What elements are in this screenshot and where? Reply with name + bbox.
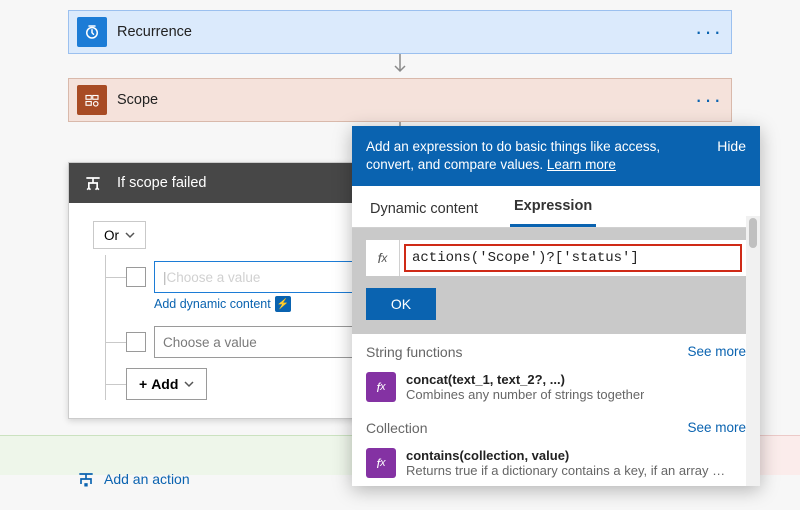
add-dynamic-content-link[interactable]: Add dynamic content ⚡ (154, 296, 291, 312)
see-more-link[interactable]: See more (687, 420, 746, 436)
learn-more-link[interactable]: Learn more (547, 157, 616, 172)
scope-icon (77, 85, 107, 115)
fx-icon: fx (366, 372, 396, 402)
function-item[interactable]: fx concat(text_1, text_2?, ...) Combines… (352, 364, 760, 410)
scope-card[interactable]: Scope ··· (68, 78, 732, 122)
condition-operator-label: Or (104, 228, 119, 243)
function-desc: Combines any number of strings together (406, 387, 644, 402)
scrollbar[interactable] (746, 216, 760, 486)
popup-hint: Add an expression to do basic things lik… (366, 138, 707, 174)
add-action-button[interactable]: Add an action (76, 470, 190, 488)
expression-input[interactable]: actions('Scope')?['status'] (404, 244, 742, 272)
tab-dynamic-content[interactable]: Dynamic content (366, 201, 482, 227)
true-branch (0, 435, 400, 475)
connector-arrow (0, 54, 800, 78)
function-name: contains(collection, value) (406, 448, 726, 463)
row-checkbox[interactable] (126, 332, 146, 352)
popup-tabs: Dynamic content Expression (352, 186, 760, 228)
value-placeholder: Choose a value (163, 335, 257, 350)
scope-menu-icon[interactable]: ··· (695, 87, 723, 113)
function-list: String functions See more fx concat(text… (352, 334, 760, 486)
expression-input-row: fx actions('Scope')?['status'] (366, 240, 746, 276)
recurrence-menu-icon[interactable]: ··· (695, 19, 723, 45)
lightning-icon: ⚡ (275, 296, 291, 312)
row-checkbox[interactable] (126, 267, 146, 287)
fx-icon: fx (366, 240, 400, 276)
expression-popup: Add an expression to do basic things lik… (352, 126, 760, 486)
scope-title: Scope (117, 92, 158, 108)
recurrence-card[interactable]: Recurrence ··· (68, 10, 732, 54)
hide-button[interactable]: Hide (717, 138, 746, 174)
add-condition-button[interactable]: +Add (126, 368, 207, 400)
clock-icon (77, 17, 107, 47)
scrollbar-thumb[interactable] (749, 218, 757, 248)
function-item[interactable]: fx contains(collection, value) Returns t… (352, 440, 760, 486)
condition-operator-dropdown[interactable]: Or (93, 221, 146, 249)
ok-button[interactable]: OK (366, 288, 436, 320)
function-name: concat(text_1, text_2?, ...) (406, 372, 644, 387)
tab-expression[interactable]: Expression (510, 198, 596, 227)
function-desc: Returns true if a dictionary contains a … (406, 463, 726, 478)
recurrence-title: Recurrence (117, 24, 192, 40)
branch-icon (79, 169, 107, 197)
condition-title: If scope failed (117, 175, 206, 191)
function-group-header: String functions See more (352, 334, 760, 364)
function-group-header: Collection See more (352, 410, 760, 440)
see-more-link[interactable]: See more (687, 344, 746, 360)
value-placeholder: |Choose a value (163, 270, 260, 285)
fx-icon: fx (366, 448, 396, 478)
popup-header: Add an expression to do basic things lik… (352, 126, 760, 186)
